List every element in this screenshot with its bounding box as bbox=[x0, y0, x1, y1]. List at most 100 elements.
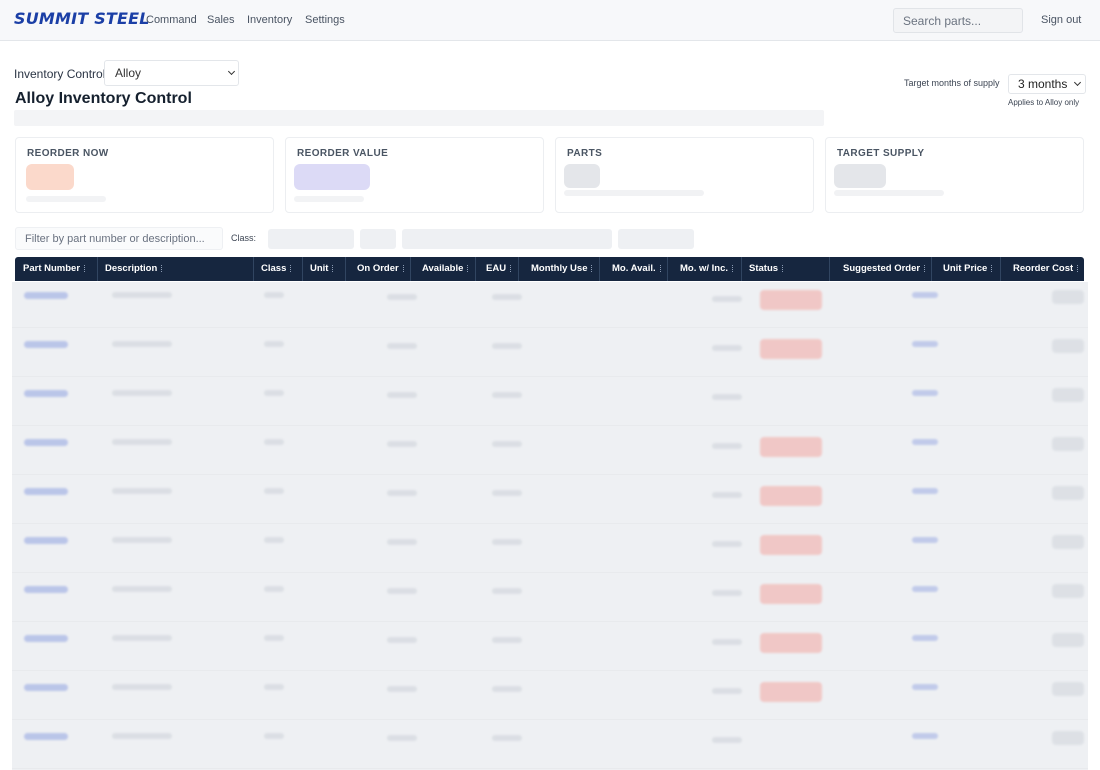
column-header-unit-price[interactable]: Unit Price bbox=[932, 257, 1001, 281]
redacted-cell bbox=[387, 392, 417, 398]
brand-logo[interactable]: SUMMIT STEEL bbox=[14, 9, 150, 28]
redacted-cell bbox=[1052, 339, 1084, 353]
nav-inventory[interactable]: Inventory bbox=[247, 14, 292, 26]
column-header-description[interactable]: Description bbox=[98, 257, 254, 281]
redacted-cell bbox=[387, 735, 417, 741]
status-badge bbox=[760, 633, 822, 653]
column-header-part-number[interactable]: Part Number bbox=[15, 257, 98, 281]
redacted-cell bbox=[24, 635, 68, 642]
table-row[interactable] bbox=[12, 674, 1088, 720]
redacted-cell bbox=[24, 488, 68, 495]
kpi-subtext-blurred bbox=[564, 190, 704, 196]
redacted-cell bbox=[492, 441, 522, 447]
redacted-cell bbox=[112, 488, 172, 494]
redacted-cell bbox=[387, 686, 417, 692]
status-filter-pill[interactable] bbox=[402, 229, 612, 249]
redacted-cell bbox=[712, 492, 742, 498]
redacted-cell bbox=[912, 488, 938, 494]
redacted-cell bbox=[712, 345, 742, 351]
column-header-monthly-use[interactable]: Monthly Use bbox=[519, 257, 600, 281]
redacted-cell bbox=[112, 635, 172, 641]
status-badge bbox=[760, 339, 822, 359]
redacted-cell bbox=[912, 390, 938, 396]
redacted-cell bbox=[112, 341, 172, 347]
kpi-card-reorder-value: REORDER VALUE bbox=[285, 137, 544, 213]
column-header-mo-avail[interactable]: Mo. Avail. bbox=[600, 257, 668, 281]
column-header-reorder-cost[interactable]: Reorder Cost bbox=[1001, 257, 1084, 281]
redacted-cell bbox=[24, 684, 68, 691]
filter-action-pill[interactable] bbox=[618, 229, 694, 249]
target-months-label: Target months of supply bbox=[904, 78, 1000, 88]
redacted-cell bbox=[1052, 437, 1084, 451]
table-row[interactable] bbox=[12, 625, 1088, 671]
column-header-mo-with-inc[interactable]: Mo. w/ Inc. bbox=[668, 257, 742, 281]
column-header-unit[interactable]: Unit bbox=[303, 257, 346, 281]
redacted-cell bbox=[1052, 731, 1084, 745]
redacted-cell bbox=[387, 490, 417, 496]
kpi-value-blurred bbox=[564, 164, 600, 188]
kpi-label: PARTS bbox=[567, 148, 603, 159]
column-header-status[interactable]: Status bbox=[742, 257, 830, 281]
redacted-cell bbox=[1052, 633, 1084, 647]
sign-out-link[interactable]: Sign out bbox=[1041, 14, 1081, 26]
target-months-select[interactable]: 3 months bbox=[1008, 74, 1086, 94]
redacted-cell bbox=[264, 635, 284, 641]
column-header-available[interactable]: Available bbox=[411, 257, 476, 281]
redacted-cell bbox=[712, 541, 742, 547]
redacted-cell bbox=[24, 390, 68, 397]
table-row[interactable] bbox=[12, 429, 1088, 475]
top-nav-bar: SUMMIT STEEL Command Sales Inventory Set… bbox=[0, 0, 1100, 41]
redacted-cell bbox=[492, 588, 522, 594]
redacted-cell bbox=[387, 343, 417, 349]
redacted-cell bbox=[492, 735, 522, 741]
kpi-subtext-blurred bbox=[26, 196, 106, 202]
redacted-cell bbox=[492, 392, 522, 398]
nav-settings[interactable]: Settings bbox=[305, 14, 345, 26]
redacted-cell bbox=[24, 537, 68, 544]
redacted-cell bbox=[112, 733, 172, 739]
kpi-card-parts: PARTS bbox=[555, 137, 814, 213]
redacted-cell bbox=[387, 294, 417, 300]
page-title: Alloy Inventory Control bbox=[15, 90, 192, 107]
table-row[interactable] bbox=[12, 576, 1088, 622]
redacted-cell bbox=[492, 686, 522, 692]
material-select[interactable]: Alloy bbox=[104, 60, 239, 86]
table-row[interactable] bbox=[12, 331, 1088, 377]
redacted-cell bbox=[1052, 682, 1084, 696]
redacted-cell bbox=[712, 639, 742, 645]
redacted-cell bbox=[112, 390, 172, 396]
redacted-cell bbox=[24, 341, 68, 348]
nav-command[interactable]: Command bbox=[146, 14, 197, 26]
nav-sales[interactable]: Sales bbox=[207, 14, 235, 26]
class-filter-pill[interactable] bbox=[360, 229, 396, 249]
kpi-value-blurred bbox=[26, 164, 74, 190]
table-header: Part Number Description Class Unit On Or… bbox=[15, 257, 1084, 281]
column-header-eau[interactable]: EAU bbox=[476, 257, 519, 281]
material-select-value: Alloy bbox=[115, 66, 142, 80]
table-row[interactable] bbox=[12, 380, 1088, 426]
column-header-on-order[interactable]: On Order bbox=[346, 257, 411, 281]
kpi-label: REORDER VALUE bbox=[297, 148, 389, 159]
column-header-class[interactable]: Class bbox=[254, 257, 303, 281]
applies-note: Applies to Alloy only bbox=[1008, 98, 1080, 107]
redacted-cell bbox=[112, 537, 172, 543]
status-badge bbox=[760, 535, 822, 555]
redacted-cell bbox=[24, 586, 68, 593]
class-filter-pill[interactable] bbox=[268, 229, 354, 249]
part-filter-input[interactable] bbox=[15, 227, 223, 250]
redacted-cell bbox=[492, 539, 522, 545]
kpi-subtext-blurred bbox=[294, 196, 364, 202]
table-row[interactable] bbox=[12, 527, 1088, 573]
status-badge bbox=[760, 437, 822, 457]
column-header-suggested-order[interactable]: Suggested Order bbox=[830, 257, 932, 281]
redacted-cell bbox=[387, 539, 417, 545]
redacted-cell bbox=[264, 537, 284, 543]
table-row[interactable] bbox=[12, 723, 1088, 769]
redacted-cell bbox=[24, 733, 68, 740]
table-row[interactable] bbox=[12, 478, 1088, 524]
table-row[interactable] bbox=[12, 282, 1088, 328]
redacted-cell bbox=[712, 296, 742, 302]
redacted-cell bbox=[1052, 535, 1084, 549]
redacted-cell bbox=[387, 441, 417, 447]
search-input[interactable] bbox=[893, 8, 1023, 33]
